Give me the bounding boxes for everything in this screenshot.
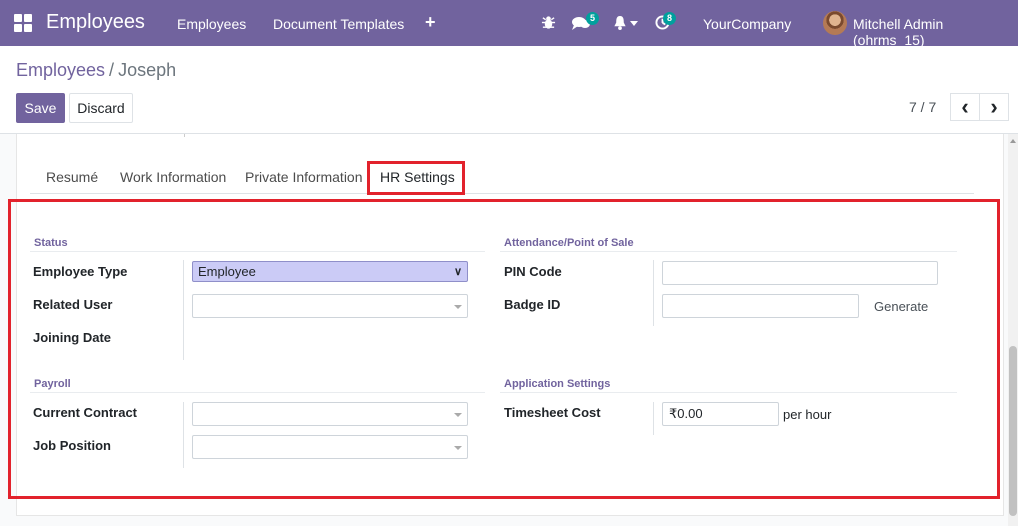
timesheet-cost-unit: per hour (783, 407, 832, 422)
chevron-left-icon: ‹ (961, 94, 969, 119)
chevron-right-icon: › (990, 94, 998, 119)
status-group-title: Status (34, 237, 68, 249)
employee-type-select[interactable]: Employee ∨ (192, 261, 468, 282)
add-menu-icon[interactable]: + (425, 12, 436, 33)
related-user-label: Related User (33, 297, 113, 312)
user-avatar[interactable] (823, 11, 847, 35)
discard-button[interactable]: Discard (69, 93, 133, 123)
apps-grid-icon[interactable] (14, 14, 32, 32)
employee-type-label: Employee Type (33, 264, 128, 279)
bug-icon[interactable] (541, 15, 556, 30)
generate-badge-button[interactable]: Generate (874, 299, 928, 314)
bell-icon[interactable] (613, 15, 627, 30)
joining-date-label: Joining Date (33, 330, 112, 345)
status-label-separator (183, 260, 184, 360)
badge-id-input[interactable] (662, 294, 859, 318)
chevron-down-icon[interactable] (630, 21, 638, 26)
pager-value[interactable]: 7 / 7 (909, 99, 936, 115)
company-switcher[interactable]: YourCompany (703, 16, 791, 32)
status-group-divider (30, 251, 485, 252)
timesheet-cost-label: Timesheet Cost (504, 405, 601, 420)
breadcrumb-separator: / (109, 60, 115, 80)
menu-employees[interactable]: Employees (177, 16, 246, 32)
activity-badge: 8 (663, 12, 677, 25)
application-settings-group-title: Application Settings (504, 378, 611, 390)
pager-next-button[interactable]: › (979, 93, 1009, 121)
breadcrumb-current: Joseph (118, 60, 177, 80)
payroll-group-divider (30, 392, 485, 393)
timesheet-cost-input[interactable]: ₹0.00 (662, 402, 779, 426)
breadcrumb-employees-link[interactable]: Employees (16, 60, 105, 80)
divider (184, 134, 185, 137)
tab-work-information[interactable]: Work Information (120, 169, 226, 185)
related-user-input[interactable] (192, 294, 468, 318)
current-contract-input[interactable] (192, 402, 468, 426)
pin-code-input[interactable] (662, 261, 938, 285)
messages-badge: 5 (586, 12, 600, 25)
tab-hr-settings[interactable]: HR Settings (380, 169, 455, 185)
dropdown-caret-icon (454, 305, 462, 309)
tab-private-information[interactable]: Private Information (245, 169, 363, 185)
attendance-group-divider (500, 251, 957, 252)
app-title[interactable]: Employees (46, 11, 145, 34)
pager-previous-button[interactable]: ‹ (950, 93, 980, 121)
job-position-input[interactable] (192, 435, 468, 459)
dropdown-caret-icon (454, 446, 462, 450)
attendance-label-separator (653, 260, 654, 326)
attendance-group-title: Attendance/Point of Sale (504, 237, 634, 249)
employee-type-value: Employee (198, 264, 256, 279)
badge-id-label: Badge ID (504, 297, 561, 312)
user-menu[interactable]: Mitchell Admin (ohrms_15) (853, 16, 1018, 48)
application-label-separator (653, 402, 654, 435)
payroll-group-title: Payroll (34, 378, 71, 390)
scroll-up-icon[interactable] (1010, 139, 1016, 143)
menu-document-templates[interactable]: Document Templates (273, 16, 404, 32)
breadcrumb: Employees / Joseph (16, 60, 176, 81)
current-contract-label: Current Contract (33, 405, 138, 420)
tabs-divider (30, 193, 974, 194)
tab-resume[interactable]: Resumé (46, 169, 98, 185)
pin-code-label: PIN Code (504, 264, 562, 279)
payroll-label-separator (183, 402, 184, 468)
chevron-down-icon: ∨ (453, 266, 462, 278)
top-navbar: Employees Employees Document Templates +… (0, 0, 1018, 48)
job-position-label: Job Position (33, 438, 111, 453)
application-settings-group-divider (500, 392, 957, 393)
dropdown-caret-icon (454, 413, 462, 417)
scrollbar-thumb[interactable] (1009, 346, 1017, 516)
save-button[interactable]: Save (16, 93, 65, 123)
